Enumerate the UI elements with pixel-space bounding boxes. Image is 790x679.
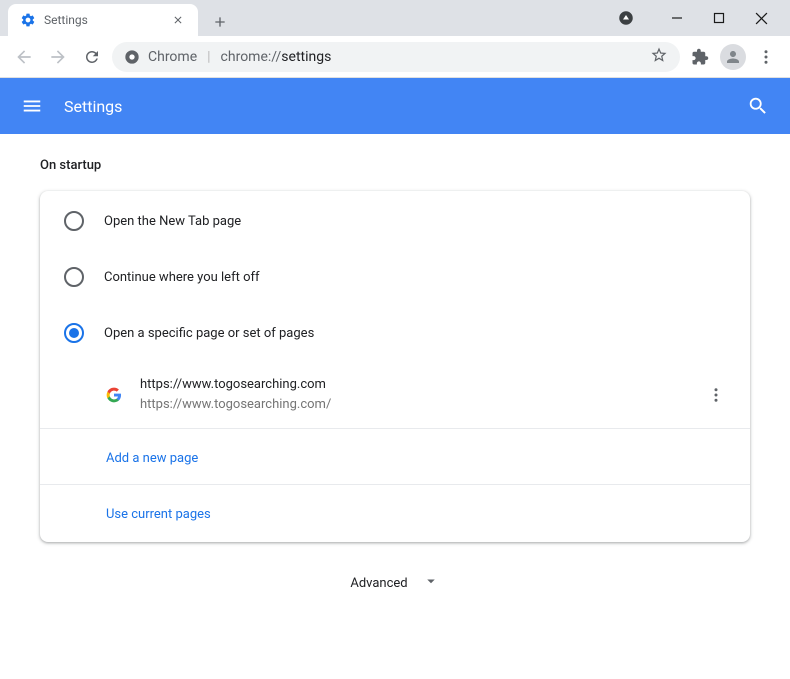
profile-avatar[interactable] — [720, 44, 746, 70]
page-info: https://www.togosearching.com https://ww… — [140, 375, 706, 414]
menu-icon[interactable] — [20, 94, 44, 118]
radio-continue[interactable]: Continue where you left off — [40, 249, 750, 305]
reload-button[interactable] — [78, 43, 106, 71]
chrome-icon — [124, 49, 140, 65]
radio-icon — [64, 211, 84, 231]
address-bar: Chrome | chrome://settings — [0, 36, 790, 78]
page-url: https://www.togosearching.com/ — [140, 395, 706, 415]
gear-icon — [20, 12, 36, 28]
section-label: On startup — [40, 158, 750, 173]
page-body: On startup Open the New Tab page Continu… — [0, 134, 790, 664]
close-icon[interactable] — [170, 12, 186, 28]
settings-viewport[interactable]: Settings On startup Open the New Tab pag… — [0, 78, 790, 679]
tab-title: Settings — [44, 13, 88, 27]
url-text: chrome://settings — [221, 49, 332, 65]
tab-strip: Settings — [0, 0, 648, 36]
window-controls — [648, 0, 790, 36]
search-icon[interactable] — [746, 94, 770, 118]
bookmark-star-icon[interactable] — [650, 46, 668, 68]
omnibox[interactable]: Chrome | chrome://settings — [112, 42, 680, 72]
radio-label: Open a specific page or set of pages — [104, 326, 314, 341]
add-page-link[interactable]: Add a new page — [106, 451, 198, 466]
use-current-row[interactable]: Use current pages — [40, 485, 750, 540]
use-current-link[interactable]: Use current pages — [106, 507, 211, 522]
advanced-toggle[interactable]: Advanced — [40, 542, 750, 624]
content-area: Settings On startup Open the New Tab pag… — [0, 78, 790, 679]
back-button[interactable] — [10, 43, 38, 71]
maximize-button[interactable] — [702, 4, 736, 32]
startup-page-row: https://www.togosearching.com https://ww… — [40, 361, 750, 429]
browser-tab[interactable]: Settings — [8, 4, 198, 36]
radio-icon — [64, 323, 84, 343]
chevron-down-icon — [422, 572, 440, 594]
media-control-button[interactable] — [612, 4, 640, 32]
radio-label: Open the New Tab page — [104, 214, 241, 229]
radio-new-tab[interactable]: Open the New Tab page — [40, 193, 750, 249]
google-favicon — [106, 387, 122, 403]
url-chip: Chrome — [148, 49, 197, 65]
minimize-button[interactable] — [660, 4, 694, 32]
radio-icon — [64, 267, 84, 287]
url-separator: | — [207, 49, 210, 65]
advanced-label: Advanced — [350, 576, 407, 591]
close-window-button[interactable] — [744, 4, 778, 32]
settings-title: Settings — [64, 97, 746, 116]
startup-card: Open the New Tab page Continue where you… — [40, 191, 750, 542]
page-title: https://www.togosearching.com — [140, 375, 706, 395]
add-page-row[interactable]: Add a new page — [40, 429, 750, 485]
window-chrome: Settings — [0, 0, 790, 36]
chrome-menu-button[interactable] — [752, 43, 780, 71]
more-vert-icon[interactable] — [706, 385, 726, 405]
radio-specific-pages[interactable]: Open a specific page or set of pages — [40, 305, 750, 361]
settings-header: Settings — [0, 78, 790, 134]
radio-label: Continue where you left off — [104, 270, 260, 285]
extensions-icon[interactable] — [686, 43, 714, 71]
new-tab-button[interactable] — [206, 8, 234, 36]
forward-button[interactable] — [44, 43, 72, 71]
